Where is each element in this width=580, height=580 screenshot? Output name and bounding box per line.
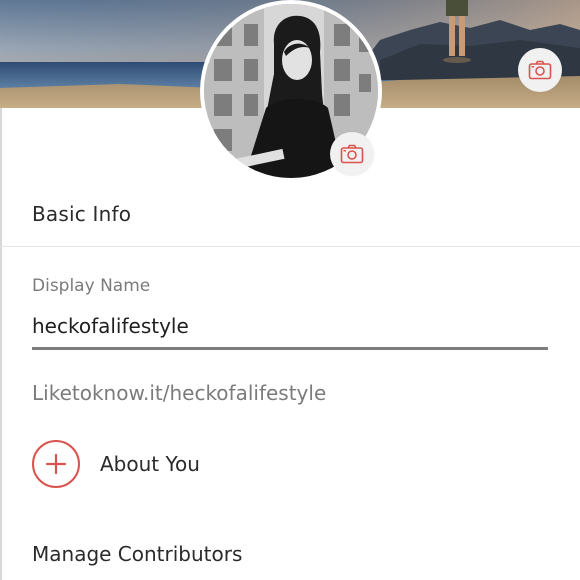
display-name-label: Display Name bbox=[32, 276, 151, 296]
panel-edge bbox=[0, 108, 2, 580]
about-you-label: About You bbox=[100, 452, 200, 476]
profile-url: Liketoknow.it/heckofalifestyle bbox=[32, 381, 327, 405]
add-about-button[interactable] bbox=[32, 440, 80, 488]
basic-info-heading: Basic Info bbox=[32, 202, 132, 226]
manage-contributors-heading[interactable]: Manage Contributors bbox=[32, 542, 242, 566]
plus-icon bbox=[45, 453, 67, 475]
change-avatar-button[interactable] bbox=[330, 132, 374, 176]
change-cover-photo-button[interactable] bbox=[518, 48, 562, 92]
display-name-input[interactable] bbox=[32, 304, 548, 350]
section-divider bbox=[0, 246, 580, 247]
profile-edit-screen: Basic Info Display Name Liketoknow.it/he… bbox=[0, 0, 580, 580]
about-you-button[interactable]: About You bbox=[32, 438, 200, 490]
camera-icon bbox=[528, 60, 552, 80]
camera-icon bbox=[340, 144, 364, 164]
